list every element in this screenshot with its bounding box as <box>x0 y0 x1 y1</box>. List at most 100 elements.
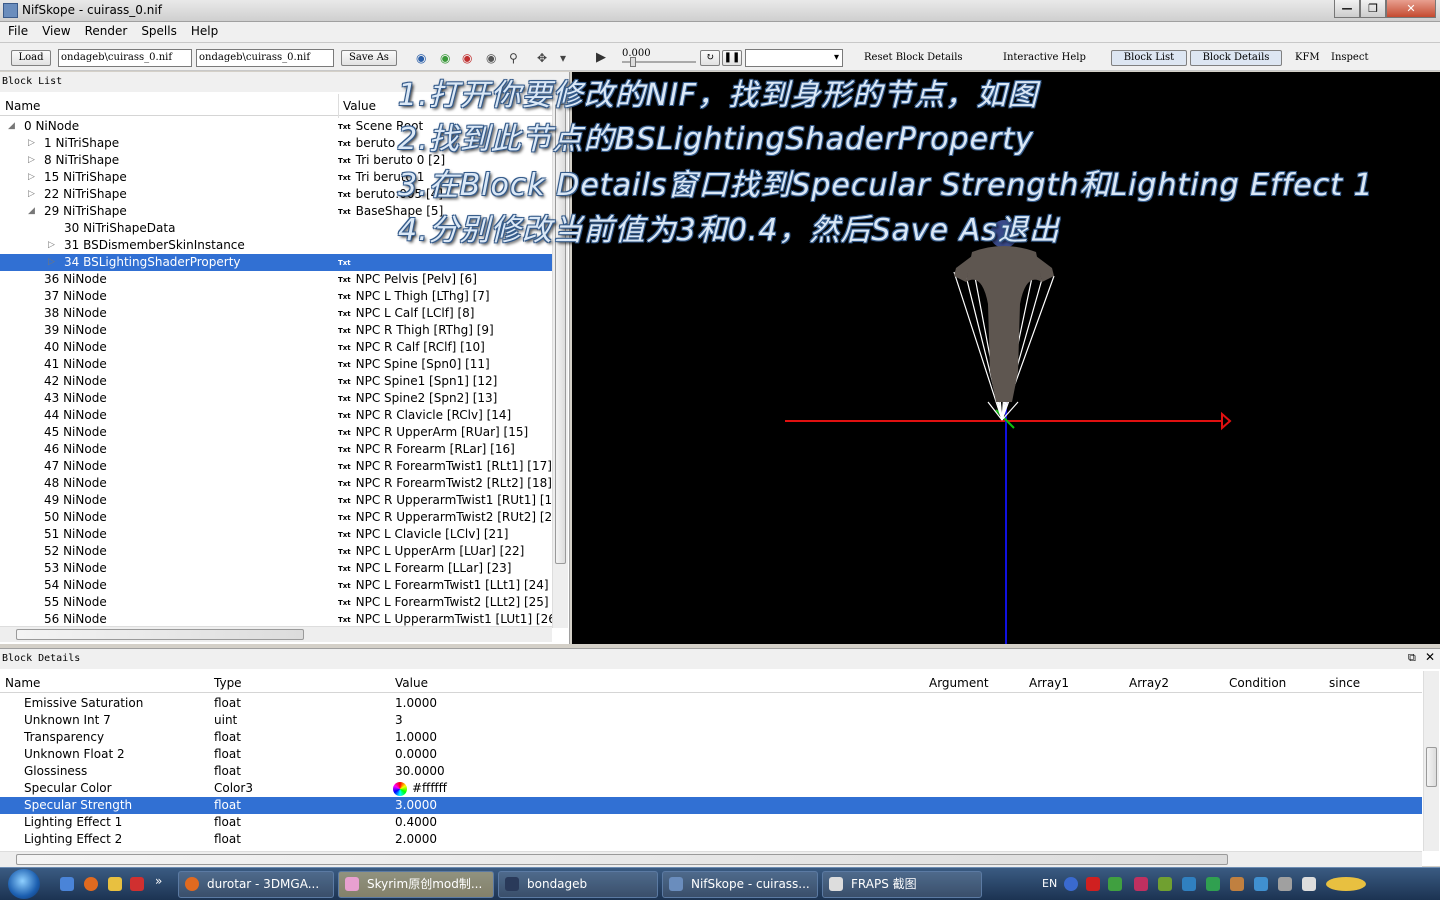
task-skyrim[interactable]: Skyrim原创mod制... <box>338 871 494 898</box>
tray-icon-1[interactable] <box>1086 877 1100 891</box>
col-name-header[interactable]: Name <box>5 94 40 118</box>
collapsed-arrow-icon[interactable]: ▷ <box>28 186 35 203</box>
block-list-toggle[interactable]: Block List <box>1111 50 1187 66</box>
expanded-arrow-icon[interactable]: ◢ <box>28 203 35 220</box>
details-row[interactable]: Glossiness float 30.0000 <box>0 763 1422 780</box>
more-icon[interactable]: » <box>155 874 162 888</box>
language-indicator[interactable]: EN <box>1042 877 1057 890</box>
close-panel-icon[interactable]: ✕ <box>1425 650 1435 664</box>
collapsed-arrow-icon[interactable]: ▷ <box>48 237 55 254</box>
loop-button[interactable]: ↻ <box>700 50 720 66</box>
eye-icon[interactable]: ◉ <box>416 52 426 64</box>
details-row[interactable]: Unknown Float 2 float 0.0000 <box>0 746 1422 763</box>
col-condition[interactable]: Condition <box>1229 671 1286 695</box>
tree-row[interactable]: 43 NiNode Txt NPC Spine2 [Spn2] [13] <box>0 390 552 407</box>
color-wheel-icon[interactable] <box>393 782 407 796</box>
save-path-input[interactable]: ondageb\cuirass_0.nif <box>196 49 334 67</box>
menu-help[interactable]: Help <box>183 22 224 38</box>
pause-button[interactable]: ❚❚ <box>722 50 742 66</box>
kfm-button[interactable]: KFM <box>1295 52 1320 63</box>
tree-row[interactable]: 46 NiNode Txt NPC R Forearm [RLar] [16] <box>0 441 552 458</box>
tray-icon-5[interactable] <box>1182 877 1196 891</box>
play-icon[interactable]: ▶ <box>596 51 606 64</box>
details-cell-value[interactable]: 1.0000 <box>395 729 437 746</box>
tree-row[interactable]: 51 NiNode Txt NPC L Clavicle [LClv] [21] <box>0 526 552 543</box>
collapsed-arrow-icon[interactable]: ▷ <box>28 152 35 169</box>
time-slider-handle[interactable] <box>630 57 636 67</box>
details-cell-value[interactable]: 3 <box>395 712 403 729</box>
tree-row[interactable]: ▷ 34 BSLightingShaderProperty Txt <box>0 254 552 271</box>
tray-icon-2[interactable] <box>1108 877 1122 891</box>
collapsed-arrow-icon[interactable]: ▷ <box>48 254 55 271</box>
details-hscroll[interactable] <box>0 851 1422 867</box>
volume-icon[interactable] <box>1302 877 1316 891</box>
task-nifskope[interactable]: NifSkope - cuirass... <box>662 871 818 898</box>
tree-row[interactable]: 37 NiNode Txt NPC L Thigh [LThg] [7] <box>0 288 552 305</box>
menu-render[interactable]: Render <box>77 22 134 38</box>
chevron-down-icon[interactable]: ▾ <box>560 52 566 64</box>
interactive-help-button[interactable]: Interactive Help <box>1003 52 1086 63</box>
reset-block-details-button[interactable]: Reset Block Details <box>864 52 963 63</box>
sequence-select[interactable]: ▾ <box>745 49 843 67</box>
task-durotar[interactable]: durotar - 3DMGA... <box>178 871 334 898</box>
col-value-header[interactable]: Value <box>338 94 376 118</box>
col-since[interactable]: since <box>1329 671 1360 695</box>
eye-gray-icon[interactable]: ◉ <box>486 52 496 64</box>
tray-icon-8[interactable] <box>1254 877 1268 891</box>
shield-icon[interactable] <box>108 877 122 891</box>
details-row[interactable]: Specular Color Color3 #ffffff <box>0 780 1422 797</box>
tree-row[interactable]: 41 NiNode Txt NPC Spine [Spn0] [11] <box>0 356 552 373</box>
details-vscroll[interactable] <box>1423 671 1439 851</box>
quicklaunch-desktop-icon[interactable] <box>60 877 74 891</box>
details-cell-value[interactable]: 0.4000 <box>395 814 437 831</box>
tray-icon-7[interactable] <box>1230 877 1244 891</box>
load-path-input[interactable]: ondageb\cuirass_0.nif <box>58 49 192 67</box>
tree-row[interactable]: 42 NiNode Txt NPC Spine1 [Spn1] [12] <box>0 373 552 390</box>
tree-row[interactable]: 36 NiNode Txt NPC Pelvis [Pelv] [6] <box>0 271 552 288</box>
tree-row[interactable]: 44 NiNode Txt NPC R Clavicle [RClv] [14] <box>0 407 552 424</box>
app-icon-red[interactable] <box>130 877 144 891</box>
details-row[interactable]: Emissive Saturation float 1.0000 <box>0 695 1422 712</box>
col-array1[interactable]: Array1 <box>1029 671 1069 695</box>
tree-row[interactable]: 54 NiNode Txt NPC L ForearmTwist1 [LLt1] [… <box>0 577 552 594</box>
details-row[interactable]: Lighting Effect 2 float 2.0000 <box>0 831 1422 848</box>
load-button[interactable]: Load <box>11 50 51 66</box>
tree-row[interactable]: 53 NiNode Txt NPC L Forearm [LLar] [23] <box>0 560 552 577</box>
minimize-button[interactable]: — <box>1334 0 1360 18</box>
expanded-arrow-icon[interactable]: ◢ <box>8 118 15 135</box>
move-icon[interactable]: ✥ <box>537 52 547 64</box>
details-row[interactable]: Unknown Int 7 uint 3 <box>0 712 1422 729</box>
eye-red-icon[interactable]: ◉ <box>462 52 472 64</box>
time-slider[interactable] <box>622 57 696 67</box>
details-row[interactable]: Specular Strength float 3.0000 <box>0 797 1422 814</box>
tree-row[interactable]: 47 NiNode Txt NPC R ForearmTwist1 [RLt1] [… <box>0 458 552 475</box>
start-button[interactable] <box>8 869 40 899</box>
details-row[interactable]: Transparency float 1.0000 <box>0 729 1422 746</box>
tree-row[interactable]: 39 NiNode Txt NPC R Thigh [RThg] [9] <box>0 322 552 339</box>
menu-spells[interactable]: Spells <box>133 22 183 38</box>
tree-row[interactable]: 45 NiNode Txt NPC R UpperArm [RUar] [15] <box>0 424 552 441</box>
details-row[interactable]: Lighting Effect 1 float 0.4000 <box>0 814 1422 831</box>
block-list-hscroll[interactable] <box>0 626 552 642</box>
bone-icon[interactable]: ⚲ <box>509 52 518 64</box>
details-vscroll-thumb[interactable] <box>1426 747 1437 787</box>
inspect-button[interactable]: Inspect <box>1331 52 1368 63</box>
task-bondageb[interactable]: bondageb <box>498 871 658 898</box>
details-hscroll-thumb[interactable] <box>16 854 1228 865</box>
tray-icon-9[interactable] <box>1278 877 1292 891</box>
block-details-toggle[interactable]: Block Details <box>1190 50 1282 66</box>
col-array2[interactable]: Array2 <box>1129 671 1169 695</box>
collapsed-arrow-icon[interactable]: ▷ <box>28 135 35 152</box>
tree-row[interactable]: 49 NiNode Txt NPC R UpperarmTwist1 [RUt1] … <box>0 492 552 509</box>
tree-row[interactable]: 40 NiNode Txt NPC R Calf [RClf] [10] <box>0 339 552 356</box>
float-panel-icon[interactable]: ⧉ <box>1408 651 1416 665</box>
menu-view[interactable]: View <box>34 22 76 38</box>
col-value[interactable]: Value <box>395 671 428 695</box>
col-name[interactable]: Name <box>5 671 40 695</box>
details-cell-value[interactable]: #ffffff <box>412 780 447 797</box>
tray-icon-3[interactable] <box>1134 877 1148 891</box>
firefox-icon[interactable] <box>84 877 98 891</box>
menu-file[interactable]: File <box>0 22 34 38</box>
details-cell-value[interactable]: 1.0000 <box>395 695 437 712</box>
hscroll-thumb[interactable] <box>16 629 304 640</box>
